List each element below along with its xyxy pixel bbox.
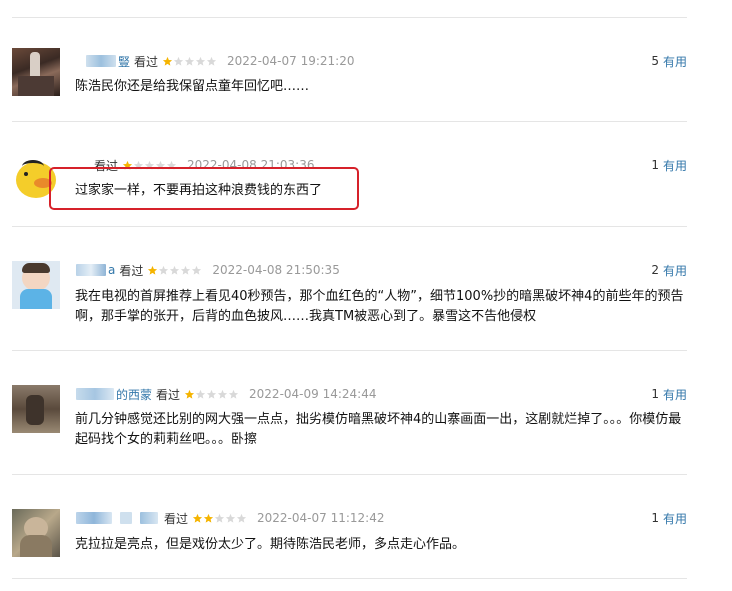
star-icon xyxy=(162,56,173,66)
review-text: 我在电视的首屏推荐上看见40秒预告，那个血红色的“人物”，细节100%抄的暗黑破… xyxy=(75,289,684,324)
star-icon xyxy=(214,513,225,523)
watched-label: 看过 xyxy=(156,387,181,402)
blurred-username xyxy=(120,512,132,524)
avatar[interactable] xyxy=(12,48,60,96)
star-icon xyxy=(206,56,217,66)
review-time: 2022-04-09 14:24:44 xyxy=(249,387,377,401)
review-meta: 的西蒙 看过 2022-04-09 14:24:44 xyxy=(76,385,376,403)
blurred-username xyxy=(76,512,112,524)
divider xyxy=(12,474,687,475)
star-icon xyxy=(184,56,195,66)
star-icon xyxy=(173,56,184,66)
star-icon xyxy=(170,265,180,275)
watched-label: 看过 xyxy=(119,263,144,278)
useful-vote[interactable]: 1 有用 xyxy=(651,509,687,527)
review-time: 2022-04-08 21:50:35 xyxy=(212,263,340,277)
star-icon xyxy=(192,265,202,275)
highlight-box xyxy=(49,167,359,210)
useful-count: 2 xyxy=(651,263,659,277)
blurred-username xyxy=(140,512,158,524)
useful-count: 5 xyxy=(651,54,659,68)
username[interactable]: 豎 xyxy=(118,53,130,70)
star-icon xyxy=(225,513,236,523)
useful-vote[interactable]: 1 有用 xyxy=(651,385,687,403)
rating-stars xyxy=(162,56,217,67)
review-text: 前几分钟感觉还比别的网大强一点点，拙劣模仿暗黑破坏神4的山寨画面一出，这剧就烂掉… xyxy=(75,412,682,447)
useful-button[interactable]: 有用 xyxy=(663,510,687,527)
useful-button[interactable]: 有用 xyxy=(663,386,687,403)
review-meta: a 看过 2022-04-08 21:50:35 xyxy=(76,261,340,279)
star-icon xyxy=(228,389,239,399)
review-time: 2022-04-07 11:12:42 xyxy=(257,511,385,525)
useful-vote[interactable]: 2 有用 xyxy=(651,261,687,279)
divider xyxy=(12,578,687,579)
useful-count: 1 xyxy=(651,158,659,172)
useful-button[interactable]: 有用 xyxy=(663,157,687,174)
avatar[interactable] xyxy=(12,261,60,309)
star-icon xyxy=(184,389,195,399)
useful-button[interactable]: 有用 xyxy=(663,262,687,279)
star-icon xyxy=(195,389,206,399)
star-icon xyxy=(192,513,203,523)
star-icon xyxy=(206,389,217,399)
star-icon xyxy=(181,265,191,275)
useful-count: 1 xyxy=(651,511,659,525)
review-text: 克拉拉是亮点，但是戏份太少了。期待陈浩民老师，多点走心作品。 xyxy=(75,537,466,552)
review-time: 2022-04-07 19:21:20 xyxy=(227,54,355,68)
rating-stars xyxy=(192,513,247,524)
star-icon xyxy=(148,265,158,275)
blurred-username xyxy=(86,55,116,67)
useful-vote[interactable]: 5 有用 xyxy=(651,52,687,70)
avatar[interactable] xyxy=(12,509,60,557)
review-text: 陈浩民你还是给我保留点童年回忆吧…… xyxy=(75,79,310,94)
rating-stars xyxy=(147,265,202,276)
divider xyxy=(12,350,687,351)
top-divider xyxy=(12,17,687,18)
divider xyxy=(12,121,687,122)
review-meta: 看过 2022-04-07 11:12:42 xyxy=(76,509,384,527)
blurred-username xyxy=(76,264,106,276)
username[interactable]: 的西蒙 xyxy=(116,386,152,403)
review-meta: 豎 看过 2022-04-07 19:21:20 xyxy=(76,52,354,70)
username[interactable]: a xyxy=(108,263,115,277)
divider xyxy=(12,226,687,227)
useful-vote[interactable]: 1 有用 xyxy=(651,156,687,174)
star-icon xyxy=(217,389,228,399)
useful-button[interactable]: 有用 xyxy=(663,53,687,70)
star-icon xyxy=(203,513,214,523)
rating-stars xyxy=(184,389,239,400)
useful-count: 1 xyxy=(651,387,659,401)
watched-label: 看过 xyxy=(164,511,189,526)
star-icon xyxy=(195,56,206,66)
star-icon xyxy=(236,513,247,523)
star-icon xyxy=(159,265,169,275)
avatar[interactable] xyxy=(12,385,60,433)
blurred-username xyxy=(76,388,114,400)
watched-label: 看过 xyxy=(134,54,159,69)
